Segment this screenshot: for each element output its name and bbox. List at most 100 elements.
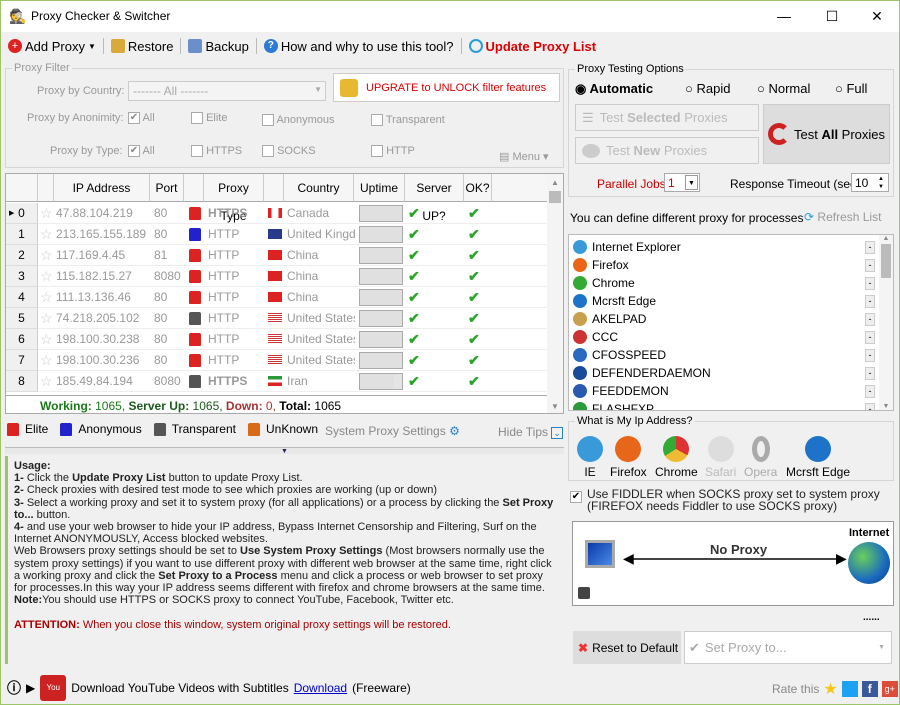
process-proxy-button[interactable]: - — [865, 312, 875, 326]
anon-elite-checkbox[interactable]: Elite — [191, 112, 227, 125]
test-selected-button[interactable]: ☰ Test Selected Proxies — [575, 104, 759, 131]
facebook-icon[interactable]: f — [861, 681, 878, 697]
grid-scrollbar[interactable]: ▲ ▼ — [547, 174, 563, 413]
menu-button[interactable]: ▤ Menu ▾ — [499, 150, 549, 163]
process-list[interactable]: Internet Explorer - Firefox - Chrome - Mcrsft … — [568, 234, 894, 411]
mode-rapid-radio[interactable]: ○ Rapid — [685, 81, 730, 96]
splitter[interactable]: ▼ — [5, 447, 564, 455]
type-http-checkbox[interactable]: HTTP — [371, 145, 415, 158]
process-proxy-button[interactable]: - — [865, 240, 875, 254]
process-item[interactable]: AKELPAD - — [573, 310, 875, 328]
test-all-button[interactable]: Test All Proxies — [763, 104, 890, 164]
row-number[interactable]: 7 — [6, 350, 38, 371]
process-item[interactable]: Mcrsft Edge - — [573, 292, 875, 310]
row-number[interactable]: 8 — [6, 371, 38, 392]
col-port[interactable]: Port — [150, 174, 184, 202]
close-button[interactable]: ✕ — [854, 1, 900, 31]
refresh-list-button[interactable]: ⟳ Refresh List — [804, 210, 881, 224]
row-number[interactable]: 5 — [6, 308, 38, 329]
set-proxy-dropdown[interactable]: ✔ Set Proxy to... ▼ — [684, 631, 892, 664]
process-proxy-button[interactable]: - — [865, 348, 875, 362]
test-new-button[interactable]: Test New Proxies — [575, 137, 759, 164]
mode-normal-radio[interactable]: ○ Normal — [757, 81, 810, 96]
update-proxy-list-button[interactable]: Update Proxy List — [466, 39, 600, 54]
process-scrollbar[interactable]: ▲ ▼ — [879, 235, 893, 410]
scroll-down-icon[interactable]: ▼ — [547, 402, 563, 411]
youtube-icon[interactable]: You — [40, 675, 67, 701]
hide-tips-button[interactable]: Hide Tips ⌄ — [498, 425, 563, 439]
col-ip-address[interactable]: IP Address — [54, 174, 150, 202]
process-item[interactable]: Internet Explorer - — [573, 238, 875, 256]
dropdown-arrow-icon[interactable]: ▼ — [88, 42, 96, 51]
process-proxy-button[interactable]: - — [865, 384, 875, 398]
row-number[interactable]: ▶ 0 — [6, 203, 38, 224]
table-row[interactable]: 6 ☆ 198.100.30.238 80 HTTP United States… — [6, 329, 547, 350]
process-proxy-button[interactable]: - — [865, 402, 875, 410]
row-number[interactable]: 2 — [6, 245, 38, 266]
ie-browser-button[interactable]: IE — [577, 436, 603, 479]
maximize-button[interactable]: ☐ — [809, 1, 855, 31]
reset-default-button[interactable]: ✖ Reset to Default — [573, 631, 681, 664]
google-plus-icon[interactable]: g+ — [881, 681, 898, 697]
anon-transparent-checkbox[interactable]: Transparent — [371, 114, 445, 127]
favorite-star-icon[interactable]: ☆ — [40, 266, 53, 287]
country-select[interactable]: ------- All ------- ▼ — [128, 81, 326, 101]
favorite-star-icon[interactable]: ☆ — [40, 329, 53, 350]
play-icon[interactable]: ▶ — [26, 681, 35, 695]
fiddler-checkbox[interactable]: ✔ Use FIDDLER when SOCKS proxy set to sys… — [570, 488, 880, 512]
upgrade-button[interactable]: UPGRATE to UNLOCK filter features — [333, 73, 560, 102]
process-item[interactable]: FLASHFXP - — [573, 400, 875, 410]
add-proxy-button[interactable]: + Add Proxy ▼ — [5, 39, 99, 54]
scroll-thumb[interactable] — [549, 191, 561, 203]
process-proxy-button[interactable]: - — [865, 276, 875, 290]
table-row[interactable]: ▶ 0 ☆ 47.88.104.219 80 HTTPS Canada ✔ ✔ — [6, 203, 547, 224]
proxy-grid[interactable]: IP Address Port Proxy Type Country Uptim… — [5, 173, 564, 414]
timeout-spinner[interactable]: 10 ▲ ▼ — [851, 173, 889, 192]
parallel-jobs-select[interactable]: 1 ▼ — [664, 173, 700, 192]
col-country[interactable]: Country — [284, 174, 354, 202]
restore-button[interactable]: Restore — [108, 39, 177, 54]
table-row[interactable]: 4 ☆ 111.13.136.46 80 HTTP China ✔ ✔ — [6, 287, 547, 308]
col-ok[interactable]: OK? — [464, 174, 492, 202]
download-link[interactable]: Download — [294, 681, 347, 695]
type-https-checkbox[interactable]: HTTPS — [191, 145, 242, 158]
favorite-star-icon[interactable]: ☆ — [40, 203, 53, 224]
favorite-star-icon[interactable]: ☆ — [40, 287, 53, 308]
row-number[interactable]: 1 — [6, 224, 38, 245]
favorite-star-icon[interactable]: ☆ — [40, 308, 53, 329]
anon-all-checkbox[interactable]: ✔ All — [128, 112, 155, 125]
twitter-icon[interactable] — [841, 681, 858, 697]
process-item[interactable]: CCC - — [573, 328, 875, 346]
favorite-star-icon[interactable]: ☆ — [40, 224, 53, 245]
process-item[interactable]: FEEDDEMON - — [573, 382, 875, 400]
table-row[interactable]: 8 ☆ 185.49.84.194 8080 HTTPS Iran ✔ ✔ — [6, 371, 547, 392]
type-socks-checkbox[interactable]: SOCKS — [262, 145, 316, 158]
row-number[interactable]: 3 — [6, 266, 38, 287]
col-uptime[interactable]: Uptime — [354, 174, 405, 202]
system-proxy-settings-link[interactable]: System Proxy Settings ⚙ — [325, 424, 460, 438]
process-proxy-button[interactable]: - — [865, 258, 875, 272]
info-icon[interactable]: ⓘ — [7, 678, 21, 698]
col-proxy-type[interactable]: Proxy Type — [204, 174, 264, 223]
favorite-star-icon[interactable]: ☆ — [40, 245, 53, 266]
scroll-up-icon[interactable]: ▲ — [547, 178, 563, 187]
row-number[interactable]: 6 — [6, 329, 38, 350]
opera-browser-button[interactable]: Opera — [744, 436, 777, 479]
star-icon[interactable]: ★ — [823, 679, 837, 699]
process-proxy-button[interactable]: - — [865, 366, 875, 380]
howto-button[interactable]: ? How and why to use this tool? — [261, 39, 457, 54]
chrome-browser-button[interactable]: Chrome — [655, 436, 698, 479]
table-row[interactable]: 3 ☆ 115.182.15.27 8080 HTTP China ✔ ✔ — [6, 266, 547, 287]
mode-full-radio[interactable]: ○ Full — [835, 81, 867, 96]
process-item[interactable]: DEFENDERDAEMON - — [573, 364, 875, 382]
backup-button[interactable]: Backup — [185, 39, 251, 54]
minimize-button[interactable]: — — [761, 1, 807, 31]
table-row[interactable]: 2 ☆ 117.169.4.45 81 HTTP China ✔ ✔ — [6, 245, 547, 266]
edge-browser-button[interactable]: Mcrsft Edge — [786, 436, 850, 479]
process-proxy-button[interactable]: - — [865, 330, 875, 344]
anon-anonymous-checkbox[interactable]: Anonymous — [262, 114, 335, 127]
favorite-star-icon[interactable]: ☆ — [40, 371, 53, 392]
table-row[interactable]: 5 ☆ 74.218.205.102 80 HTTP United States… — [6, 308, 547, 329]
type-all-checkbox[interactable]: ✔ All — [128, 145, 155, 158]
table-row[interactable]: 7 ☆ 198.100.30.236 80 HTTP United States… — [6, 350, 547, 371]
